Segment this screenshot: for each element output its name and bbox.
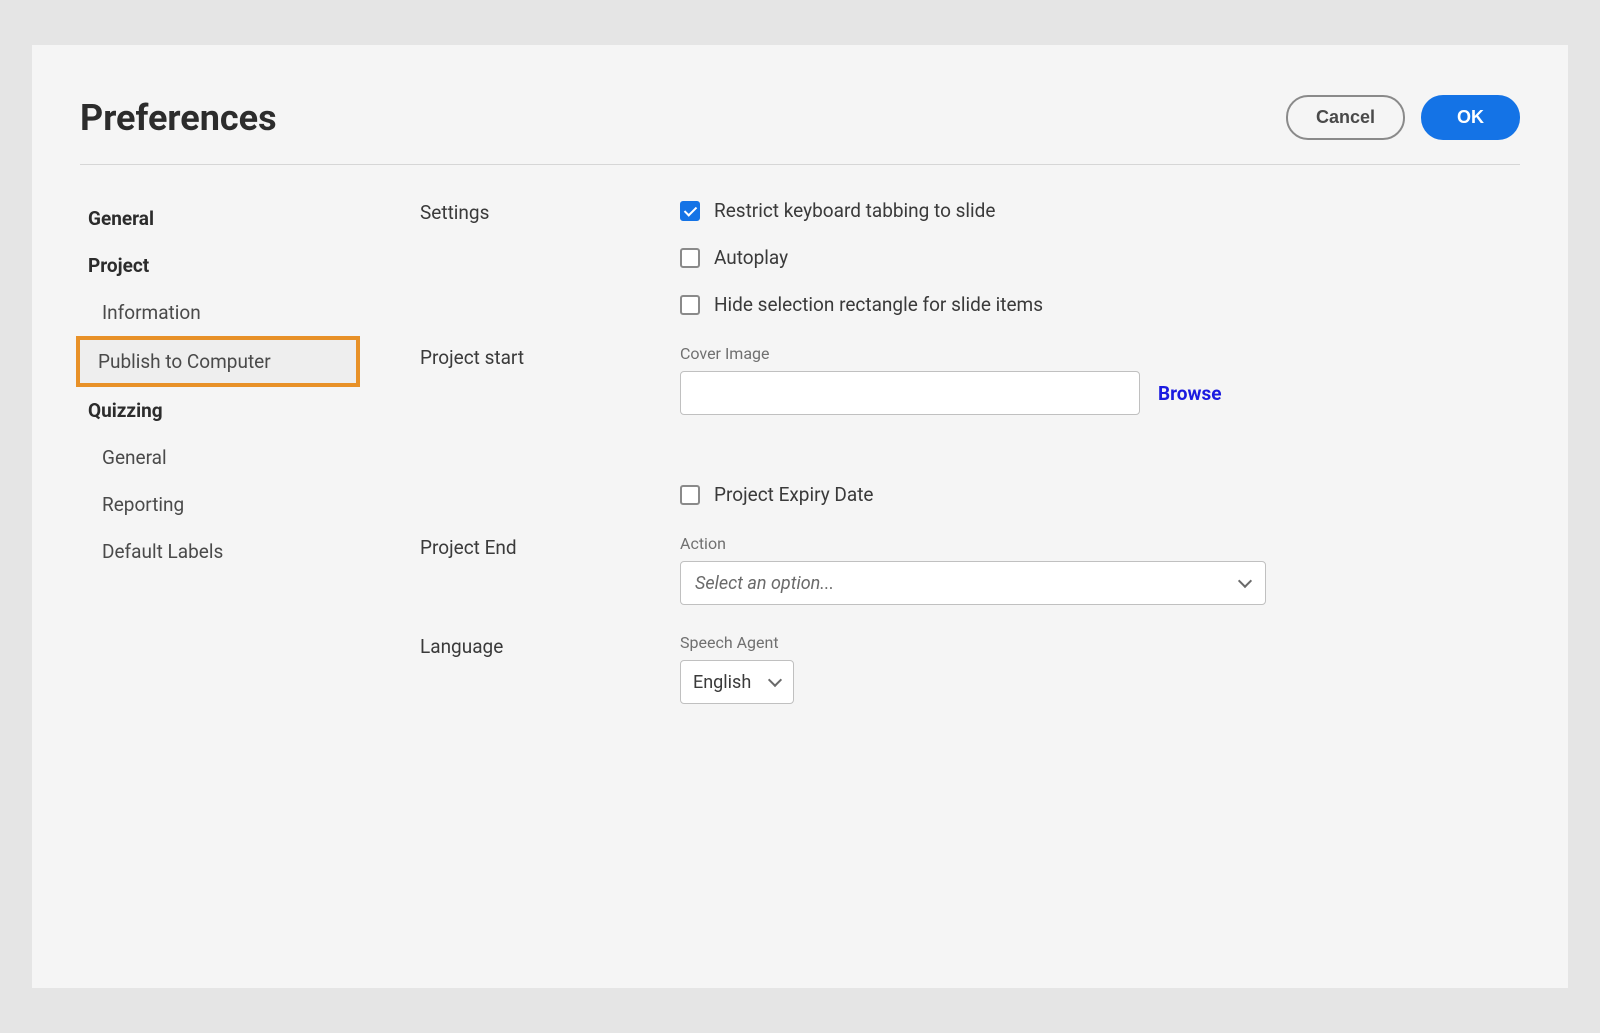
restrict-tabbing-row: Restrict keyboard tabbing to slide — [680, 199, 1520, 222]
action-select[interactable]: Select an option... — [680, 561, 1266, 605]
chevron-down-icon — [1239, 577, 1251, 589]
sidebar-item-reporting[interactable]: Reporting — [80, 481, 420, 528]
cover-image-field: Cover Image Browse — [680, 344, 1520, 415]
action-select-placeholder: Select an option... — [695, 573, 834, 594]
autoplay-row: Autoplay — [680, 246, 1520, 269]
speech-agent-select[interactable]: English — [680, 660, 794, 704]
project-start-label: Project start — [420, 344, 680, 369]
browse-button[interactable]: Browse — [1158, 382, 1222, 405]
settings-content: Restrict keyboard tabbing to slide Autop… — [680, 199, 1520, 316]
settings-label: Settings — [420, 199, 680, 224]
sidebar-item-general[interactable]: General — [80, 195, 420, 242]
cover-image-input[interactable] — [680, 371, 1140, 415]
hide-selection-checkbox[interactable] — [680, 295, 700, 315]
speech-agent-field: Speech Agent English — [680, 633, 1520, 704]
cover-image-label: Cover Image — [680, 344, 1520, 363]
dialog-header: Preferences Cancel OK — [80, 95, 1520, 165]
project-end-row: Project End Action Select an option... — [420, 534, 1520, 605]
speech-agent-value: English — [693, 672, 751, 693]
sidebar-item-project[interactable]: Project — [80, 242, 420, 289]
action-field: Action Select an option... — [680, 534, 1520, 605]
expiry-date-label: Project Expiry Date — [714, 483, 874, 506]
language-label: Language — [420, 633, 680, 658]
hide-selection-row: Hide selection rectangle for slide items — [680, 293, 1520, 316]
cover-image-input-row: Browse — [680, 371, 1520, 415]
project-start-row: Project start Cover Image Browse Project… — [420, 344, 1520, 506]
project-end-content: Action Select an option... — [680, 534, 1520, 605]
chevron-down-icon — [769, 676, 781, 688]
ok-button[interactable]: OK — [1421, 95, 1520, 140]
settings-row: Settings Restrict keyboard tabbing to sl… — [420, 199, 1520, 316]
sidebar-item-default-labels[interactable]: Default Labels — [80, 528, 420, 575]
project-end-label: Project End — [420, 534, 680, 559]
restrict-tabbing-checkbox[interactable] — [680, 201, 700, 221]
language-row: Language Speech Agent English — [420, 633, 1520, 704]
action-label: Action — [680, 534, 1520, 553]
header-buttons: Cancel OK — [1286, 95, 1520, 140]
dialog-content: General Project Information Publish to C… — [80, 195, 1520, 704]
preferences-dialog: Preferences Cancel OK General Project In… — [32, 45, 1568, 988]
autoplay-checkbox[interactable] — [680, 248, 700, 268]
spacer — [680, 439, 1520, 459]
speech-agent-label: Speech Agent — [680, 633, 1520, 652]
sidebar-item-quizzing-general[interactable]: General — [80, 434, 420, 481]
sidebar: General Project Information Publish to C… — [80, 195, 420, 704]
hide-selection-label: Hide selection rectangle for slide items — [714, 293, 1043, 316]
language-content: Speech Agent English — [680, 633, 1520, 704]
expiry-date-checkbox[interactable] — [680, 485, 700, 505]
sidebar-item-information[interactable]: Information — [80, 289, 420, 336]
sidebar-item-publish-to-computer[interactable]: Publish to Computer — [76, 336, 360, 387]
expiry-date-row: Project Expiry Date — [680, 483, 1520, 506]
autoplay-label: Autoplay — [714, 246, 788, 269]
cancel-button[interactable]: Cancel — [1286, 95, 1405, 140]
sidebar-item-quizzing[interactable]: Quizzing — [80, 387, 420, 434]
restrict-tabbing-label: Restrict keyboard tabbing to slide — [714, 199, 995, 222]
project-start-content: Cover Image Browse Project Expiry Date — [680, 344, 1520, 506]
dialog-title: Preferences — [80, 97, 277, 139]
main-panel: Settings Restrict keyboard tabbing to sl… — [420, 195, 1520, 704]
